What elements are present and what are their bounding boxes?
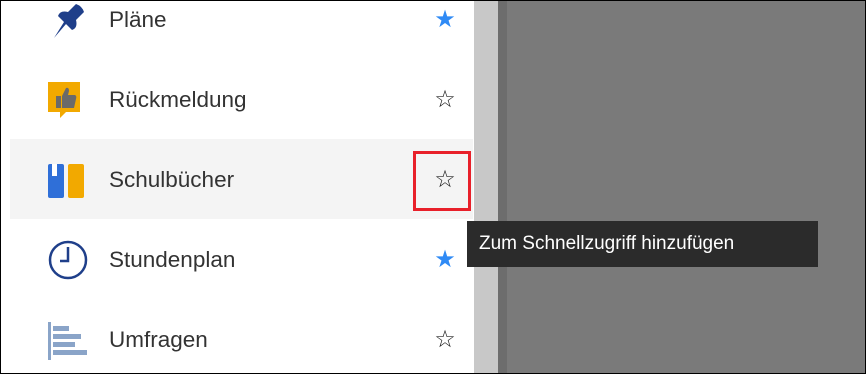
thumbs-up-icon xyxy=(46,78,90,122)
sidebar-item-label: Rückmeldung xyxy=(109,87,247,112)
sidebar-scrollbar[interactable] xyxy=(474,1,498,373)
sidebar-item-umfragen[interactable]: Umfragen ☆ xyxy=(10,299,473,373)
content-edge-divider xyxy=(498,1,507,373)
sidebar-item-label: Pläne xyxy=(109,7,167,32)
sidebar-item-label: Stundenplan xyxy=(109,247,236,272)
sidebar-menu: Pläne ★ Rückmeldung ☆ Schulbücher ☆ Stun… xyxy=(10,1,473,373)
favorite-star-icon[interactable]: ★ xyxy=(430,244,460,274)
favorite-star-icon[interactable]: ★ xyxy=(430,4,460,34)
sidebar-item-plaene[interactable]: Pläne ★ xyxy=(10,1,473,59)
clock-icon xyxy=(46,238,90,282)
app-frame: Pläne ★ Rückmeldung ☆ Schulbücher ☆ Stun… xyxy=(0,0,866,374)
sidebar-item-rueckmeldung[interactable]: Rückmeldung ☆ xyxy=(10,59,473,139)
sidebar-item-schulbuecher[interactable]: Schulbücher ☆ xyxy=(10,139,473,219)
sidebar-item-label: Schulbücher xyxy=(109,167,235,192)
sidebar-item-label: Umfragen xyxy=(109,327,208,352)
pin-icon xyxy=(46,1,90,42)
sidebar-item-stundenplan[interactable]: Stundenplan ★ xyxy=(10,219,473,299)
books-icon xyxy=(46,158,90,202)
content-area xyxy=(498,1,865,373)
tooltip: Zum Schnellzugriff hinzufügen xyxy=(467,221,818,267)
favorite-star-outline-icon[interactable]: ☆ xyxy=(430,84,460,114)
favorite-star-outline-icon[interactable]: ☆ xyxy=(430,324,460,354)
bar-chart-icon xyxy=(46,318,90,362)
favorite-star-outline-icon[interactable]: ☆ xyxy=(430,164,460,194)
